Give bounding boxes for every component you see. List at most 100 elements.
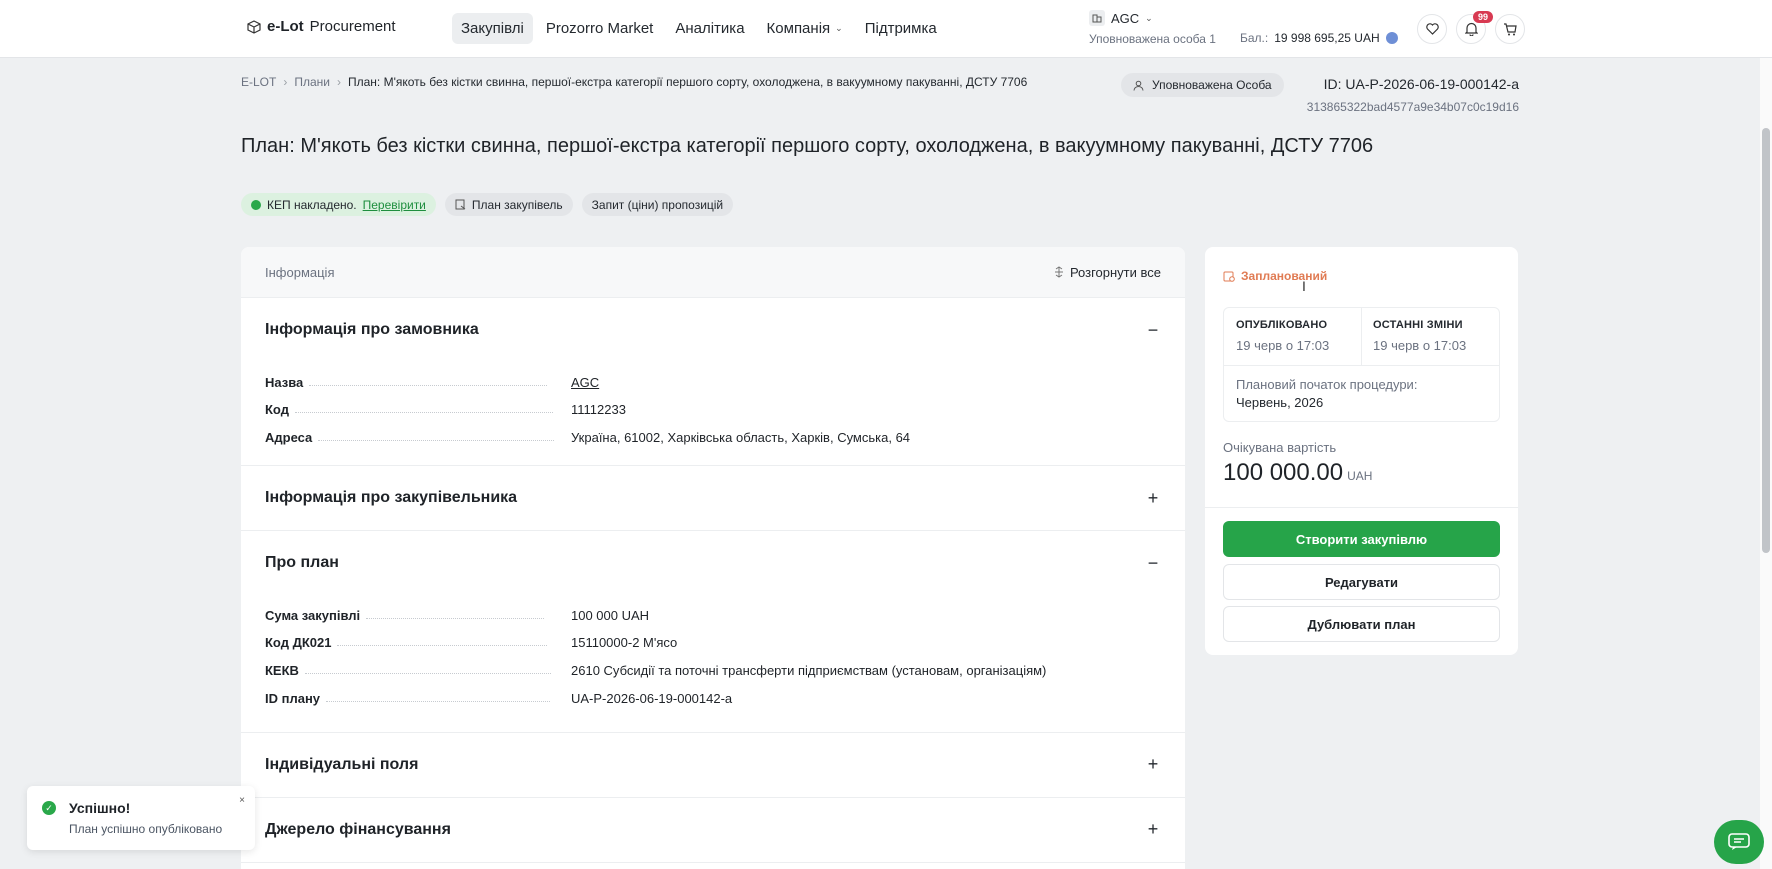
expand-icon: [1054, 266, 1063, 278]
chat-button[interactable]: [1714, 820, 1764, 864]
dotted-leader: [294, 412, 553, 414]
expand-plus-icon[interactable]: +: [1145, 754, 1161, 775]
section-plan-header[interactable]: Про план −: [265, 531, 1161, 595]
expected-value: 100 000.00 UAH: [1223, 459, 1372, 487]
detail-value: 15110000-2 М'ясо: [571, 635, 678, 651]
balance: Бал.: 19 998 695,25 UAH: [1240, 31, 1398, 45]
expand-plus-icon[interactable]: +: [1145, 819, 1161, 840]
edit-button[interactable]: Редагувати: [1223, 564, 1500, 600]
detail-key: Сума закупівлі: [265, 607, 361, 623]
status-label: Запланований: [1241, 269, 1328, 283]
user-icon: [1133, 80, 1144, 91]
published-label: ОПУБЛІКОВАНО: [1236, 319, 1328, 331]
duplicate-plan-button[interactable]: Дублювати план: [1223, 606, 1500, 642]
org-role: Уповноважена особа 1: [1089, 32, 1216, 46]
section-funding: Джерело фінансування +: [241, 798, 1185, 863]
dates-box: ОПУБЛІКОВАНО 19 черв о 17:03 ОСТАННІ ЗМІ…: [1223, 307, 1500, 422]
detail-value: 100 000 UAH: [571, 607, 650, 623]
close-icon[interactable]: ×: [239, 795, 245, 806]
balance-value: 19 998 695,25 UAH: [1274, 31, 1380, 45]
section-buyer-header[interactable]: Інформація про закупівельника +: [265, 466, 1161, 530]
expand-plus-icon[interactable]: +: [1145, 488, 1161, 509]
check-circle-icon: [251, 199, 261, 210]
customer-name-link[interactable]: AGC: [571, 375, 599, 390]
detail-row: Код 11112233: [265, 390, 1161, 417]
expand-all-button[interactable]: Розгорнути все: [1054, 265, 1161, 280]
request-tag[interactable]: Запит (ціни) пропозицій: [581, 193, 734, 216]
collapse-icon[interactable]: −: [1145, 553, 1161, 574]
org-switcher[interactable]: AGC ⌄ Уповноважена особа 1: [1089, 10, 1216, 46]
nav-analytics[interactable]: Аналітика: [666, 13, 753, 44]
published-value: 19 черв о 17:03: [1236, 338, 1330, 353]
building-icon: [1089, 10, 1105, 26]
section-buyer: Інформація про закупівельника +: [241, 466, 1185, 532]
collapse-icon[interactable]: −: [1145, 320, 1161, 341]
plan-hash: 313865322bad4577a9e34b07c0c19d16: [1306, 100, 1519, 114]
kep-verify-link[interactable]: Перевірити: [363, 198, 426, 212]
section-customer-title: Інформація про замовника: [265, 321, 479, 338]
detail-value: 2610 Субсидії та поточні трансферти підп…: [571, 663, 1047, 679]
detail-value: Україна, 61002, Харківська область, Харк…: [571, 430, 911, 446]
planned-start-value: Червень, 2026: [1236, 395, 1324, 410]
detail-key: КЕКВ: [265, 663, 299, 679]
page-scrollbar[interactable]: [1760, 58, 1772, 869]
nav-support[interactable]: Підтримка: [856, 13, 946, 44]
section-custom-title: Індивідуальні поля: [265, 755, 419, 773]
breadcrumb-elot[interactable]: E-LOT: [241, 75, 276, 89]
kep-tag: КЕП накладено. Перевірити: [241, 193, 436, 216]
dotted-leader: [318, 440, 555, 442]
breadcrumb-plans[interactable]: Плани: [294, 75, 330, 89]
heart-icon: [1425, 23, 1439, 35]
logo[interactable]: e-Lot Procurement: [247, 18, 396, 35]
plan-tag[interactable]: План закупівель: [444, 193, 573, 216]
section-custom-header[interactable]: Індивідуальні поля +: [265, 733, 1161, 797]
section-funding-header[interactable]: Джерело фінансування +: [265, 798, 1161, 862]
section-custom-fields: Індивідуальні поля +: [241, 733, 1185, 798]
kep-label: КЕП накладено.: [267, 197, 357, 212]
nav-company[interactable]: Компанія ⌄: [758, 13, 852, 44]
plan-summary-card: Запланований ОПУБЛІКОВАНО 19 черв о 17:0…: [1205, 247, 1518, 655]
notifications-button[interactable]: 99: [1456, 11, 1494, 44]
section-plan: Про план − Сума закупівлі 100 000 UAH Ко…: [241, 531, 1185, 733]
plan-tags: КЕП накладено. Перевірити План закупівел…: [241, 193, 734, 216]
cart-icon: [1504, 22, 1517, 35]
nav-company-label: Компанія: [766, 20, 831, 37]
main-nav: Закупівлі Prozorro Market Аналітика Комп…: [452, 13, 946, 44]
expand-all-label: Розгорнути все: [1069, 264, 1161, 280]
changed-col: ОСТАННІ ЗМІНИ 19 черв о 17:03: [1361, 308, 1501, 365]
create-procurement-button[interactable]: Створити закупівлю: [1223, 521, 1500, 557]
check-circle-icon: ✓: [42, 801, 56, 815]
changed-value: 19 черв о 17:03: [1373, 338, 1467, 353]
logo-bold: e-Lot: [267, 18, 304, 35]
nav-procurements[interactable]: Закупівлі: [452, 13, 533, 44]
cart-button[interactable]: [1495, 14, 1525, 44]
org-name: AGC: [1111, 10, 1140, 26]
favorites-button[interactable]: [1417, 14, 1447, 44]
dotted-leader: [326, 700, 551, 702]
chevron-right-icon: ›: [336, 75, 341, 89]
info-card: Інформація Розгорнути все Інформація про…: [241, 247, 1185, 869]
document-icon: [455, 199, 466, 210]
notifications-badge: 99: [1473, 11, 1494, 23]
detail-row: Сума закупівлі 100 000 UAH: [265, 595, 1161, 623]
toast-title: Успішно!: [69, 800, 131, 816]
coin-icon[interactable]: [1385, 32, 1398, 44]
breadcrumb: E-LOT › Плани › План: М'якоть без кістки…: [241, 75, 1027, 89]
bell-icon: [1464, 22, 1478, 36]
top-header: e-Lot Procurement Закупівлі Prozorro Mar…: [0, 0, 1772, 58]
authorized-person-label: Уповноважена Особа: [1152, 78, 1272, 92]
divider: [1224, 365, 1499, 366]
planned-start-label: Плановий початок процедури:: [1236, 377, 1418, 392]
section-buyer-title: Інформація про закупівельника: [265, 489, 518, 507]
expected-currency: UAH: [1347, 469, 1373, 483]
scrollbar-thumb[interactable]: [1762, 128, 1770, 553]
status-badge: Запланований: [1223, 269, 1327, 283]
balance-label: Бал.:: [1240, 31, 1269, 45]
detail-row: Адреса Україна, 61002, Харківська област…: [265, 417, 1161, 445]
nav-prozorro-market[interactable]: Prozorro Market: [537, 13, 663, 44]
detail-row: ID плану UA-P-2026-06-19-000142-a: [265, 678, 1161, 706]
detail-row: Код ДК021 15110000-2 М'ясо: [265, 623, 1161, 651]
detail-key: Код ДК021: [265, 635, 332, 651]
section-customer-header[interactable]: Інформація про замовника −: [265, 298, 1161, 362]
dotted-leader: [304, 673, 551, 675]
